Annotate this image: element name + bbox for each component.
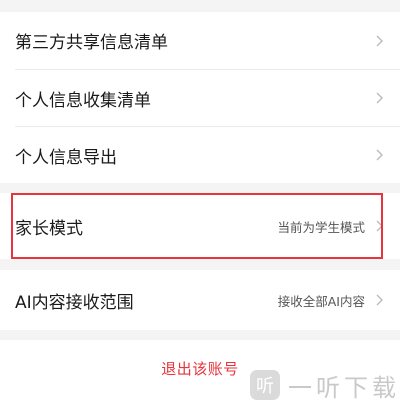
settings-item-value: 接收全部AI内容 xyxy=(277,293,365,309)
chevron-right-icon xyxy=(376,294,383,306)
top-spacer xyxy=(0,0,400,12)
settings-item-label: 家长模式 xyxy=(15,218,83,239)
settings-item-label: 第三方共享信息清单 xyxy=(15,33,168,53)
settings-item-value: 当前为学生模式 xyxy=(277,219,365,235)
settings-item-third-party-sharing[interactable]: 第三方共享信息清单 xyxy=(0,12,400,69)
settings-group-parent-mode: 家长模式 当前为学生模式 xyxy=(0,193,400,259)
settings-item-personal-info-collection[interactable]: 个人信息收集清单 xyxy=(0,70,400,126)
watermark: 听 一听下载 xyxy=(250,363,400,407)
chevron-right-icon xyxy=(376,220,383,232)
settings-item-parent-mode[interactable]: 家长模式 当前为学生模式 xyxy=(0,193,400,259)
settings-group-ai: AI内容接收范围 接收全部AI内容 xyxy=(0,270,400,330)
settings-item-label: 个人信息收集清单 xyxy=(15,90,151,111)
watermark-logo-icon: 听 xyxy=(250,370,280,400)
settings-item-label: 个人信息导出 xyxy=(15,147,117,168)
settings-item-personal-info-export[interactable]: 个人信息导出 xyxy=(0,127,400,183)
watermark-text: 一听下载 xyxy=(288,373,400,402)
chevron-right-icon xyxy=(376,92,383,104)
settings-group-privacy: 第三方共享信息清单 个人信息收集清单 个人信息导出 xyxy=(0,12,400,183)
chevron-right-icon xyxy=(376,35,383,46)
chevron-right-icon xyxy=(376,149,383,161)
settings-item-ai-content-range[interactable]: AI内容接收范围 接收全部AI内容 xyxy=(0,270,400,330)
settings-item-label: AI内容接收范围 xyxy=(15,292,134,313)
